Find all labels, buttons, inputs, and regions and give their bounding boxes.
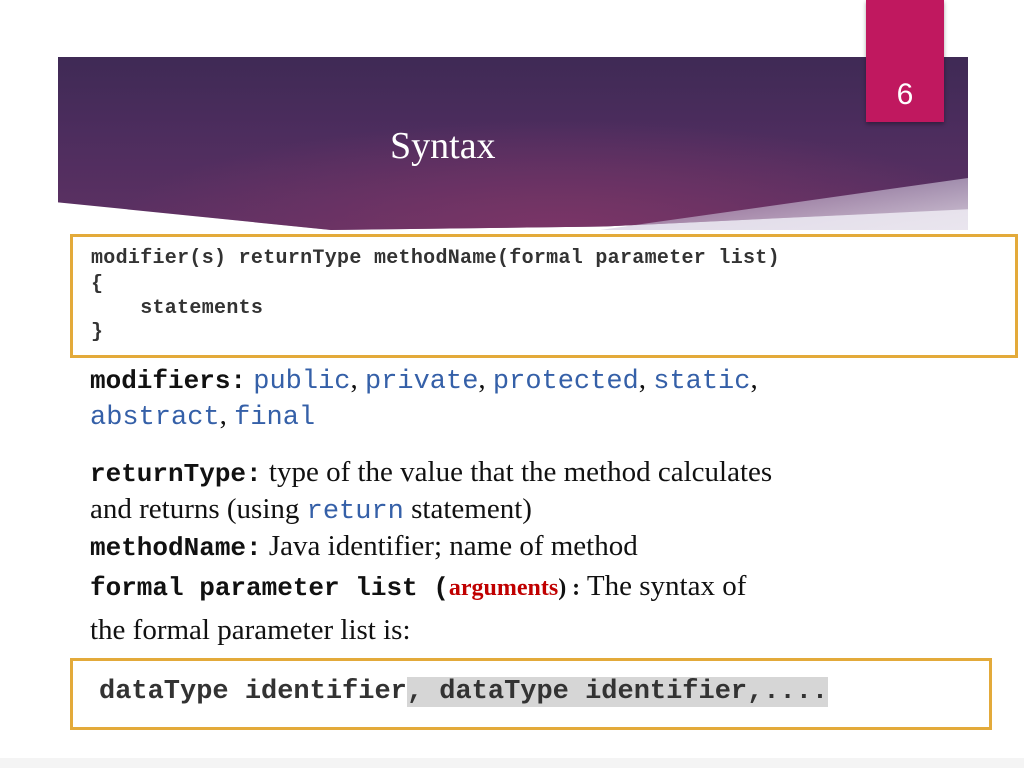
separator: , bbox=[350, 363, 358, 395]
modifier-protected: protected bbox=[492, 367, 639, 397]
formal-params-line-1: formal parameter list (arguments) : The … bbox=[90, 568, 746, 606]
syntax-line-3: statements bbox=[91, 297, 264, 320]
separator: , bbox=[750, 363, 758, 395]
bottom-strip bbox=[0, 758, 1024, 768]
formal-params-text-1: The syntax of bbox=[580, 570, 747, 602]
parameter-syntax-box: dataType identifier, dataType identifier… bbox=[70, 658, 992, 730]
separator: , bbox=[638, 363, 646, 395]
modifiers-line-2: abstract, final bbox=[90, 397, 315, 436]
separator: , bbox=[219, 399, 227, 431]
return-type-label: returnType: bbox=[90, 459, 262, 489]
return-type-line-2: and returns (using return statement) bbox=[90, 491, 532, 530]
formal-params-label: formal parameter list ( bbox=[90, 573, 449, 603]
return-type-line-1: returnType: type of the value that the m… bbox=[90, 454, 772, 492]
syntax-line-1: modifier(s) returnType methodName(formal… bbox=[91, 247, 780, 270]
modifier-abstract: abstract bbox=[90, 403, 220, 433]
return-type-text-3: statement) bbox=[403, 493, 532, 525]
modifier-public: public bbox=[253, 367, 351, 397]
method-name-label: methodName: bbox=[90, 533, 262, 563]
return-type-text-1: type of the value that the method calcul… bbox=[261, 456, 773, 488]
arguments-word: arguments bbox=[448, 575, 559, 601]
formal-params-close: ) : bbox=[558, 575, 581, 601]
modifier-static: static bbox=[653, 367, 751, 397]
method-name-text: Java identifier; name of method bbox=[261, 530, 638, 562]
page-number: 6 bbox=[896, 78, 914, 111]
formal-params-line-2: the formal parameter list is: bbox=[90, 614, 411, 646]
return-keyword: return bbox=[306, 497, 404, 527]
separator: , bbox=[478, 363, 486, 395]
slide-title: Syntax bbox=[390, 125, 496, 167]
parameter-syntax-line: dataType identifier, dataType identifier… bbox=[99, 675, 829, 709]
modifiers-line-1: modifiers: public, private, protected, s… bbox=[90, 361, 758, 400]
return-type-text-2: and returns (using bbox=[90, 493, 307, 525]
modifier-final: final bbox=[234, 403, 316, 433]
modifier-private: private bbox=[365, 367, 479, 397]
syntax-line-4: } bbox=[91, 321, 104, 344]
parameter-syntax-part-2: , dataType identifier,.... bbox=[406, 677, 829, 707]
method-name-line: methodName: Java identifier; name of met… bbox=[90, 528, 638, 566]
page-number-tab: 6 bbox=[866, 0, 944, 122]
syntax-line-2: { bbox=[91, 273, 104, 296]
modifiers-label: modifiers: bbox=[90, 366, 247, 396]
method-syntax-box: modifier(s) returnType methodName(formal… bbox=[70, 234, 1018, 358]
parameter-syntax-part-1: dataType identifier bbox=[99, 677, 407, 707]
